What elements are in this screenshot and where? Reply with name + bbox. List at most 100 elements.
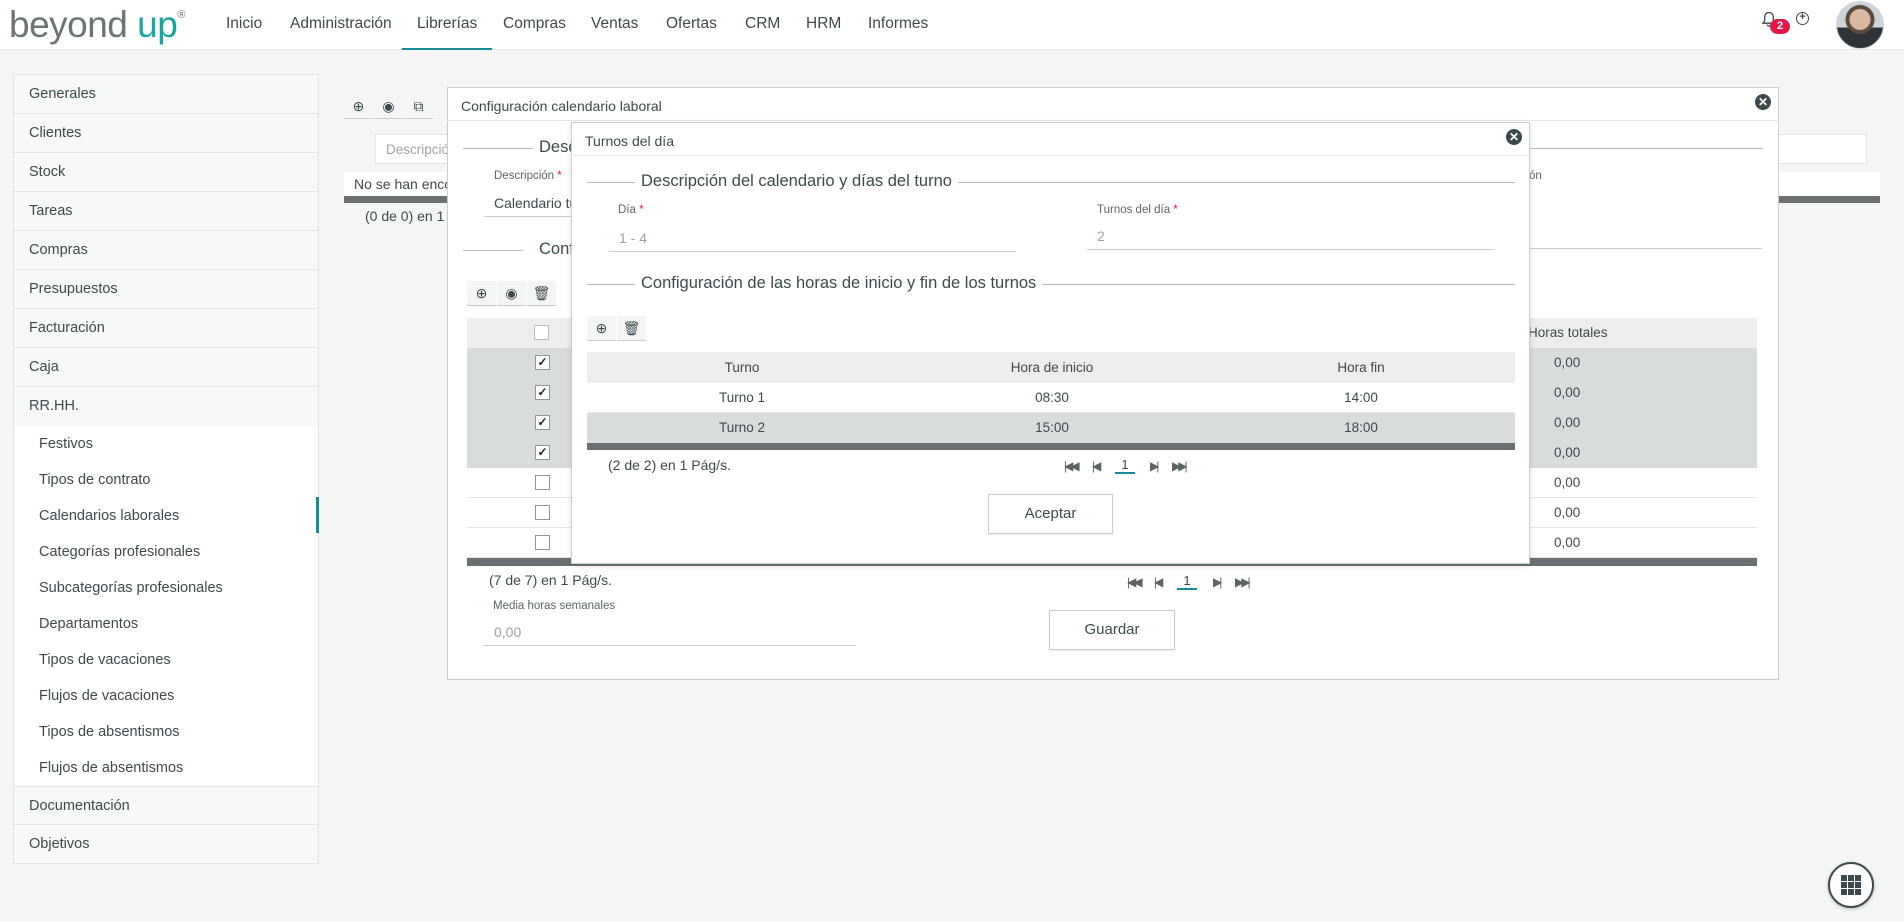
shift-fin-cell[interactable]: 14:00 [1207, 390, 1515, 405]
row-checkbox[interactable] [535, 505, 550, 520]
shifts-col-fin: Hora fin [1337, 360, 1385, 375]
list-search-placeholder: Descripció [386, 142, 450, 157]
sidebar-subitem-calendarios-laborales[interactable]: Calendarios laborales [14, 498, 318, 534]
sidebar-item-tareas[interactable]: Tareas [14, 192, 318, 231]
nav-administracion[interactable]: Administración [290, 0, 392, 50]
select-all-checkbox[interactable] [534, 325, 549, 340]
nav-ofertas[interactable]: Ofertas [666, 0, 717, 50]
top-bar: beyond up® Inicio Administración Librerí… [0, 0, 1904, 50]
sidebar-selection-indicator [316, 497, 319, 533]
config-dialog-divider [447, 120, 1779, 121]
row-checkbox[interactable] [535, 535, 550, 550]
save-button[interactable]: Guardar [1049, 610, 1175, 650]
sidebar-item-presupuestos[interactable]: Presupuestos [14, 270, 318, 309]
sidebar-subitem-festivos[interactable]: Festivos [14, 426, 318, 462]
sidebar-subitem-tipos-vacaciones[interactable]: Tipos de vacaciones [14, 642, 318, 678]
config-last-page-icon[interactable]: ▶▶| [1235, 575, 1250, 589]
shifts-section-hours: Configuración de las horas de inicio y f… [587, 274, 1515, 294]
shift-inicio-cell[interactable]: 15:00 [897, 420, 1207, 435]
row-checkbox-checked[interactable]: ✓ [535, 415, 550, 430]
row-checkbox-checked[interactable]: ✓ [535, 385, 550, 400]
shifts-section-description-label: Descripción del calendario y días del tu… [635, 172, 958, 191]
sidebar-subitem-tipos-absentismos[interactable]: Tipos de absentismos [14, 714, 318, 750]
sidebar-item-generales[interactable]: Generales [14, 75, 318, 114]
shifts-section-description: Descripción del calendario y días del tu… [587, 172, 1515, 192]
row-checkbox-checked[interactable]: ✓ [535, 355, 550, 370]
hours-cell: 0,00 [1554, 475, 1581, 490]
nav-hrm[interactable]: HRM [806, 0, 841, 50]
shifts-pager-text: (2 de 2) en 1 Pág/s. [608, 457, 731, 473]
dia-field[interactable]: 1 - 4 [609, 230, 1016, 252]
nav-crm[interactable]: CRM [745, 0, 780, 50]
sidebar-subitem-subcategorias-profesionales[interactable]: Subcategorías profesionales [14, 570, 318, 606]
config-eye-icon[interactable]: ◉ [497, 281, 526, 306]
shifts-col-inicio: Hora de inicio [1010, 360, 1094, 375]
avatar[interactable] [1836, 1, 1884, 49]
sidebar-subitem-categorias-profesionales[interactable]: Categorías profesionales [14, 534, 318, 570]
nav-librerias[interactable]: Librerías [402, 0, 493, 50]
hours-cell: 0,00 [1554, 505, 1581, 520]
shifts-prev-page-icon[interactable]: |◀ [1092, 459, 1102, 473]
config-current-page[interactable]: 1 [1177, 573, 1197, 590]
sidebar-subitem-tipos-contrato[interactable]: Tipos de contrato [14, 462, 318, 498]
config-first-page-icon[interactable]: |◀◀ [1127, 575, 1142, 589]
list-empty-text: No se han enco [354, 176, 453, 192]
apps-grid-icon[interactable] [1828, 862, 1874, 908]
config-trash-icon[interactable]: 🗑 [527, 281, 556, 306]
shift-fin-cell[interactable]: 18:00 [1207, 420, 1515, 435]
brand-logo[interactable]: beyond up® [9, 4, 185, 46]
nav-compras[interactable]: Compras [503, 0, 566, 50]
shifts-grid-footer-bar [587, 443, 1515, 450]
config-add-icon[interactable]: ⊕ [467, 281, 496, 306]
shifts-close-icon[interactable]: ✕ [1506, 129, 1522, 145]
shift-inicio-cell[interactable]: 08:30 [897, 390, 1207, 405]
hours-cell: 0,00 [1554, 535, 1581, 550]
add-icon[interactable]: ⊕ [344, 94, 373, 119]
sidebar-item-rrhh[interactable]: RR.HH. [14, 387, 318, 426]
sidebar-item-objetivos[interactable]: Objetivos [14, 825, 318, 864]
row-checkbox[interactable] [535, 475, 550, 490]
hours-cell: 0,00 [1554, 385, 1581, 400]
turnos-dia-field[interactable]: 2 [1087, 228, 1495, 250]
eye-icon[interactable]: ◉ [374, 94, 403, 119]
add-circle-icon[interactable]: + [1796, 12, 1809, 25]
config-right-field-underline [1529, 248, 1762, 249]
sidebar-item-clientes[interactable]: Clientes [14, 114, 318, 153]
close-icon[interactable]: ✕ [1755, 94, 1771, 110]
shifts-grid-header: Turno Hora de inicio Hora fin [587, 352, 1515, 383]
shifts-next-page-icon[interactable]: ▶| [1150, 459, 1160, 473]
sidebar-item-caja[interactable]: Caja [14, 348, 318, 387]
table-row[interactable]: Turno 1 08:30 14:00 [587, 383, 1515, 413]
sidebar: Generales Clientes Stock Tareas Compras … [13, 74, 319, 864]
config-desc-label: Descripción * [494, 170, 562, 182]
shifts-first-page-icon[interactable]: |◀◀ [1064, 459, 1079, 473]
shifts-add-icon[interactable]: ⊕ [587, 316, 616, 341]
sidebar-subitem-flujos-absentismos[interactable]: Flujos de absentismos [14, 750, 318, 786]
shift-turno-cell: Turno 2 [718, 420, 766, 435]
shifts-last-page-icon[interactable]: ▶▶| [1172, 459, 1187, 473]
accept-button[interactable]: Aceptar [988, 494, 1113, 534]
nav-ventas[interactable]: Ventas [591, 0, 638, 50]
nav-inicio[interactable]: Inicio [226, 0, 262, 50]
shifts-current-page[interactable]: 1 [1115, 457, 1135, 474]
config-right-label-fragment: ón [1529, 170, 1542, 182]
copy-icon[interactable]: ⧉ [404, 94, 433, 119]
config-next-page-icon[interactable]: ▶| [1213, 575, 1223, 589]
media-horas-field[interactable]: 0,00 [484, 624, 856, 646]
shifts-trash-icon[interactable]: 🗑 [617, 316, 646, 341]
sidebar-item-stock[interactable]: Stock [14, 153, 318, 192]
config-grid-header-hours: Horas totales [1528, 325, 1608, 340]
row-checkbox-checked[interactable]: ✓ [535, 445, 550, 460]
sidebar-item-compras[interactable]: Compras [14, 231, 318, 270]
hours-cell: 0,00 [1554, 445, 1581, 460]
sidebar-item-documentacion[interactable]: Documentación [14, 786, 318, 825]
table-row[interactable]: Turno 2 15:00 18:00 [587, 413, 1515, 443]
shift-turno-cell: Turno 1 [718, 390, 766, 405]
config-prev-page-icon[interactable]: |◀ [1154, 575, 1164, 589]
config-section-shifts: Conf [463, 240, 580, 260]
sidebar-subitem-flujos-vacaciones[interactable]: Flujos de vacaciones [14, 678, 318, 714]
sidebar-subitem-departamentos[interactable]: Departamentos [14, 606, 318, 642]
nav-informes[interactable]: Informes [868, 0, 928, 50]
sidebar-item-facturacion[interactable]: Facturación [14, 309, 318, 348]
shifts-dialog-title: Turnos del día [585, 133, 674, 149]
